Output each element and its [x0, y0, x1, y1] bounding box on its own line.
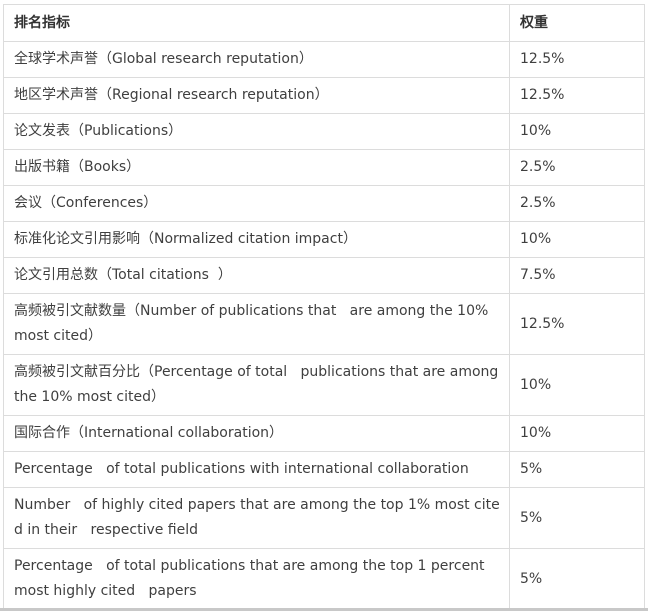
indicator-cell: 出版书籍（Books）: [3, 149, 510, 186]
weight-cell: 5%: [509, 548, 645, 610]
table-row: 出版书籍（Books） 2.5%: [3, 149, 645, 186]
weight-cell: 2.5%: [509, 185, 645, 222]
weight-cell: 10%: [509, 354, 645, 416]
indicator-cell: 全球学术声誉（Global research reputation）: [3, 41, 510, 78]
table-row: 地区学术声誉（Regional research reputation） 12.…: [3, 77, 645, 114]
table-row: 论文发表（Publications） 10%: [3, 113, 645, 150]
header-weight: 权重: [509, 4, 645, 42]
header-indicator: 排名指标: [3, 4, 510, 42]
indicator-cell: Percentage of total publications with in…: [3, 451, 510, 488]
indicator-cell: 高频被引文献数量（Number of publications that are…: [3, 293, 510, 355]
weight-cell: 12.5%: [509, 293, 645, 355]
indicator-cell: Number of highly cited papers that are a…: [3, 487, 510, 549]
indicator-cell: Percentage of total publications that ar…: [3, 548, 510, 610]
indicator-cell: 国际合作（International collaboration）: [3, 415, 510, 452]
indicator-cell: 论文引用总数（Total citations ）: [3, 257, 510, 294]
indicator-cell: 标准化论文引用影响（Normalized citation impact）: [3, 221, 510, 258]
weight-cell: 5%: [509, 451, 645, 488]
indicator-cell: 地区学术声誉（Regional research reputation）: [3, 77, 510, 114]
weight-cell: 10%: [509, 221, 645, 258]
table-row: 高频被引文献数量（Number of publications that are…: [3, 293, 645, 355]
weight-cell: 12.5%: [509, 41, 645, 78]
indicator-cell: 会议（Conferences）: [3, 185, 510, 222]
table-row: 论文引用总数（Total citations ） 7.5%: [3, 257, 645, 294]
weight-cell: 2.5%: [509, 149, 645, 186]
table-row: 会议（Conferences） 2.5%: [3, 185, 645, 222]
table-row: 标准化论文引用影响（Normalized citation impact） 10…: [3, 221, 645, 258]
weight-cell: 10%: [509, 415, 645, 452]
table-row: Number of highly cited papers that are a…: [3, 487, 645, 549]
table-row: 国际合作（International collaboration） 10%: [3, 415, 645, 452]
weight-cell: 12.5%: [509, 77, 645, 114]
weight-cell: 7.5%: [509, 257, 645, 294]
indicator-cell: 论文发表（Publications）: [3, 113, 510, 150]
weight-cell: 5%: [509, 487, 645, 549]
ranking-indicators-table: 排名指标 权重 全球学术声誉（Global research reputatio…: [3, 4, 645, 610]
page: 排名指标 权重 全球学术声誉（Global research reputatio…: [0, 0, 648, 611]
table-row: Percentage of total publications with in…: [3, 451, 645, 488]
weight-cell: 10%: [509, 113, 645, 150]
indicator-cell: 高频被引文献百分比（Percentage of total publicatio…: [3, 354, 510, 416]
table-header-row: 排名指标 权重: [3, 4, 645, 42]
table-row: Percentage of total publications that ar…: [3, 548, 645, 610]
table-row: 高频被引文献百分比（Percentage of total publicatio…: [3, 354, 645, 416]
table-row: 全球学术声誉（Global research reputation） 12.5%: [3, 41, 645, 78]
